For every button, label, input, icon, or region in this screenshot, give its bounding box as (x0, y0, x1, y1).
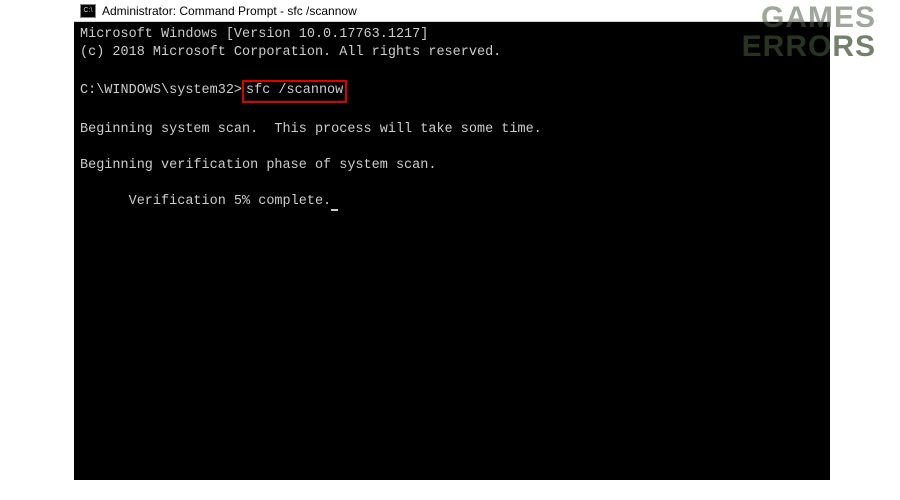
prompt-line: C:\WINDOWS\system32> sfc /scannow (80, 80, 824, 102)
window-title: Administrator: Command Prompt - sfc /sca… (102, 4, 357, 18)
verify-progress-line: Verification 5% complete. (80, 175, 824, 230)
window-titlebar[interactable]: C:\ Administrator: Command Prompt - sfc … (74, 0, 830, 22)
version-line: Microsoft Windows [Version 10.0.17763.12… (80, 26, 824, 44)
terminal-output[interactable]: Microsoft Windows [Version 10.0.17763.12… (74, 22, 830, 480)
verify-phase-line: Beginning verification phase of system s… (80, 157, 824, 175)
command-highlighted: sfc /scannow (242, 80, 347, 102)
progress-text: Verification 5% complete. (129, 194, 332, 209)
scan-begin-line: Beginning system scan. This process will… (80, 121, 824, 139)
blank-line (80, 62, 824, 80)
blank-line (80, 139, 824, 157)
cursor (331, 209, 338, 211)
prompt-path: C:\WINDOWS\system32> (80, 82, 242, 100)
blank-line (80, 103, 824, 121)
copyright-line: (c) 2018 Microsoft Corporation. All righ… (80, 44, 824, 62)
command-prompt-icon: C:\ (80, 4, 96, 18)
command-prompt-window: C:\ Administrator: Command Prompt - sfc … (74, 0, 830, 480)
